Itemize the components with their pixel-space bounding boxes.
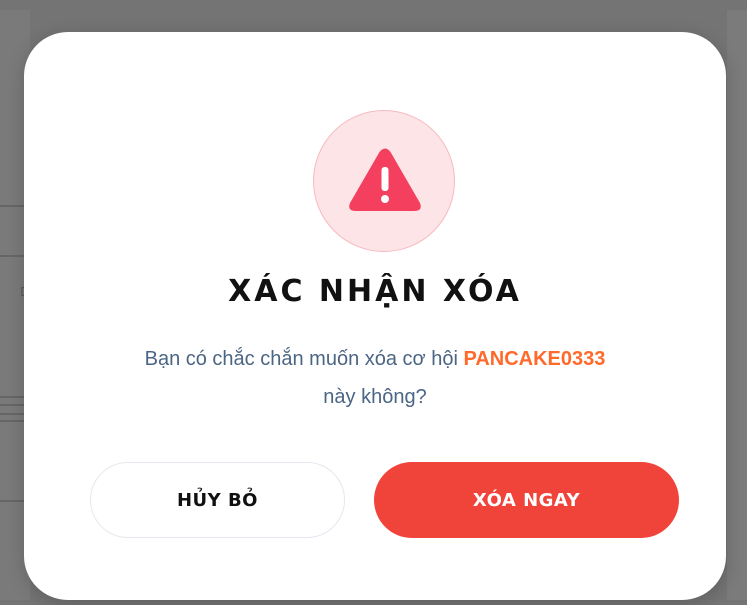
delete-now-button[interactable]: XÓA NGAY — [374, 462, 679, 538]
opportunity-code: PANCAKE0333 — [463, 348, 606, 370]
dialog-message: Bạn có chắc chắn muốn xóa cơ hội PANCAKE… — [84, 340, 666, 416]
dialog-title: XÁC NHẬN XÓA — [228, 274, 522, 309]
cancel-button[interactable]: HỦY BỎ — [90, 462, 345, 538]
message-text: Bạn có chắc chắn muốn xóa cơ hội — [144, 348, 464, 370]
warning-icon-badge — [313, 110, 455, 252]
confirm-delete-dialog: XÁC NHẬN XÓA Bạn có chắc chắn muốn xóa c… — [24, 32, 726, 600]
warning-triangle-icon — [349, 148, 421, 211]
message-text-end: này không? — [323, 386, 427, 408]
background-panel — [727, 10, 747, 600]
